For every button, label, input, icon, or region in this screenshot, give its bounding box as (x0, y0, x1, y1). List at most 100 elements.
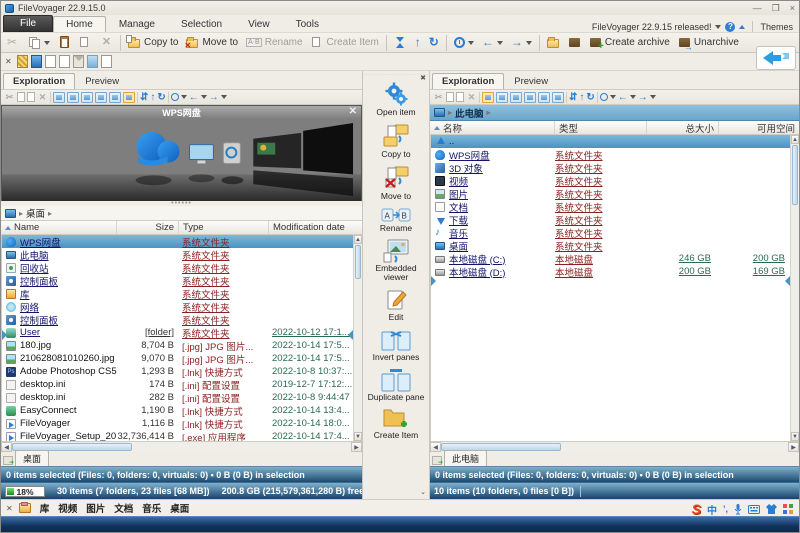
view-tiles-button[interactable] (109, 92, 121, 103)
ime-punctuation-icon[interactable]: ’, (723, 504, 728, 514)
update-notification[interactable]: FileVoyager 22.9.15 released! (592, 22, 712, 32)
copy-to-button[interactable]: Copy to (363, 123, 429, 159)
computer-shortcut-icon[interactable] (31, 55, 42, 68)
right-breadcrumb[interactable]: ▸ 此电脑 ▸ (430, 105, 799, 121)
new-tab-icon[interactable] (432, 456, 442, 465)
column-free[interactable]: 可用空间 (719, 121, 799, 134)
view-list-button[interactable] (510, 92, 522, 103)
column-size[interactable]: Size (117, 221, 179, 234)
move-to-button[interactable]: Move to (363, 165, 429, 201)
breadcrumb-segment[interactable]: 桌面 (26, 206, 45, 220)
scroll-down-icon[interactable]: ▼ (354, 432, 362, 441)
column-type[interactable]: Type (179, 221, 269, 234)
table-row[interactable]: 下载系统文件夹 (431, 213, 799, 226)
scroll-right-icon[interactable]: ▶ (351, 442, 362, 452)
forward-arrow-icon[interactable]: → (209, 92, 219, 103)
table-row[interactable]: Adobe Photoshop CS5 (64 Bit)1,293 B[.lnk… (2, 365, 362, 378)
user-shortcut-icon[interactable] (87, 55, 98, 68)
scroll-left-icon[interactable]: ◀ (430, 442, 441, 452)
back-button[interactable]: ← (479, 35, 506, 50)
create-archive-button[interactable]: +Create archive (586, 35, 673, 50)
close-icon[interactable]: ✖ (420, 74, 426, 82)
folder-tab[interactable]: 此电脑 (444, 450, 487, 466)
open-folder-button[interactable] (544, 35, 563, 50)
view-icons-button[interactable] (67, 92, 79, 103)
history-icon[interactable] (600, 93, 608, 101)
sogou-logo-icon[interactable]: S (692, 501, 701, 517)
open-item-button[interactable]: Open item (363, 81, 429, 117)
fav-pictures[interactable]: 图片 (86, 501, 105, 515)
scroll-up-icon[interactable]: ▲ (791, 135, 799, 144)
tab-exploration[interactable]: Exploration (3, 73, 75, 89)
tab-selection[interactable]: Selection (168, 16, 235, 32)
table-row[interactable]: User[folder]系统文件夹2022-10-12 17:1... (2, 326, 362, 339)
rail-grip-handle[interactable]: ····································· (363, 73, 429, 78)
scroll-up-icon[interactable]: ▲ (354, 235, 362, 244)
view-list-button[interactable] (81, 92, 93, 103)
table-row[interactable]: FileVoyager_Setup_20.1.20.0_Full.exe32,7… (2, 430, 362, 441)
zip-shortcut-icon[interactable] (17, 55, 28, 68)
tab-preview[interactable]: Preview (75, 73, 129, 89)
history-button[interactable] (451, 36, 477, 49)
refresh-button[interactable]: ↻ (426, 35, 442, 50)
vertical-scrollbar[interactable]: ▲ ▼ (353, 235, 362, 441)
cut-icon[interactable]: ✂ (4, 92, 15, 103)
view-details-button[interactable] (53, 92, 65, 103)
table-row[interactable]: desktop.ini282 B[.ini] 配置设置2022-10-8 9:4… (2, 391, 362, 404)
view-icons-button[interactable] (496, 92, 508, 103)
copy-icon[interactable] (446, 92, 454, 102)
left-breadcrumb[interactable]: ▸ 桌面 ▸ (1, 206, 362, 221)
breadcrumb-segment[interactable]: 此电脑 (455, 106, 484, 120)
collapse-ribbon-icon[interactable] (739, 25, 745, 29)
windows-taskbar[interactable] (1, 516, 799, 532)
table-row[interactable]: WPS网盘系统文件夹 (431, 148, 799, 161)
duplicate-pane-button[interactable]: Duplicate pane (363, 368, 429, 402)
create-item-button[interactable]: Create Item (308, 35, 382, 50)
folder-icon[interactable] (19, 503, 31, 513)
copy-icon[interactable] (17, 92, 25, 102)
themes-button[interactable]: Themes (760, 22, 793, 32)
table-row[interactable]: 音乐系统文件夹 (431, 226, 799, 239)
forward-button[interactable]: → (508, 35, 535, 50)
close-button[interactable]: × (790, 3, 795, 13)
table-row[interactable]: 控制面板系统文件夹 (2, 313, 362, 326)
fav-documents[interactable]: 文档 (114, 501, 133, 515)
compress-icon[interactable]: ⇵ (569, 92, 577, 103)
new-tab-icon[interactable] (3, 456, 13, 465)
table-row[interactable]: 180.jpg8,704 B[.jpg] JPG 图片...2022-10-14… (2, 339, 362, 352)
cut-icon[interactable]: ✂ (433, 92, 444, 103)
skin-shirt-icon[interactable] (766, 504, 777, 514)
table-row[interactable]: 网络系统文件夹 (2, 300, 362, 313)
paste-button[interactable] (55, 35, 74, 50)
view-details-button[interactable] (482, 92, 494, 103)
table-row[interactable]: 本地磁盘 (C:)本地磁盘246 GB200 GB (431, 252, 799, 265)
refresh-icon[interactable]: ↻ (157, 92, 165, 103)
paste-icon[interactable] (456, 92, 464, 102)
close-favbar-icon[interactable]: ✕ (6, 504, 13, 513)
up-arrow-icon[interactable]: ↑ (150, 92, 155, 103)
scroll-left-icon[interactable]: ◀ (1, 442, 12, 452)
up-arrow-icon[interactable]: ↑ (579, 92, 584, 103)
delete-icon[interactable]: ✕ (466, 92, 477, 103)
table-row[interactable]: 本地磁盘 (D:)本地磁盘200 GB169 GB (431, 265, 799, 278)
table-row[interactable]: EasyConnect1,190 B[.lnk] 快捷方式2022-10-14 … (2, 404, 362, 417)
minimize-button[interactable]: — (753, 3, 762, 13)
help-icon[interactable]: ? (725, 22, 735, 32)
collapse-all-button[interactable] (391, 36, 410, 49)
back-arrow-icon[interactable]: ← (189, 92, 199, 103)
tab-manage[interactable]: Manage (106, 16, 168, 32)
copy-to-button[interactable]: Copy to (125, 35, 181, 50)
table-row[interactable]: desktop.ini174 B[.ini] 配置设置2019-12-7 17:… (2, 378, 362, 391)
forward-arrow-icon[interactable]: → (638, 92, 648, 103)
embedded-viewer-button[interactable]: Embedded viewer (363, 239, 429, 282)
scroll-right-icon[interactable]: ▶ (788, 442, 799, 452)
table-row[interactable]: .. (431, 135, 799, 148)
maximize-button[interactable]: ❐ (772, 3, 780, 13)
ime-language-button[interactable]: 中 (707, 502, 717, 517)
microphone-icon[interactable] (734, 504, 742, 515)
table-row[interactable]: 图片系统文件夹 (431, 187, 799, 200)
column-date[interactable]: Modification date (269, 221, 362, 234)
compress-icon[interactable]: ⇵ (140, 92, 148, 103)
column-type[interactable]: 类型 (555, 121, 647, 134)
create-item-button[interactable]: Create Item (363, 408, 429, 440)
